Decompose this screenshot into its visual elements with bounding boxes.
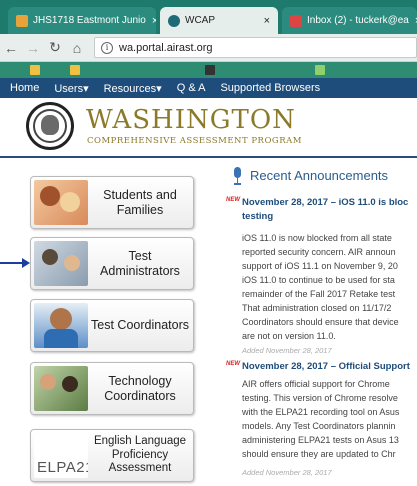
announcement-date: Added November 28, 2017 [242, 468, 332, 477]
elpa21-logo: ELPA21 [34, 433, 88, 478]
info-icon[interactable]: i [101, 41, 113, 54]
state-seal-logo [26, 102, 74, 150]
announcement-body: AIR offers official support for Chrome t… [242, 379, 400, 459]
announcement-title[interactable]: November 28, 2017 – Official Support [242, 360, 417, 374]
browser-tab-bar: JHS1718 Eastmont Junio × WCAP × Inbox (2… [0, 0, 417, 34]
nav-resources[interactable]: Resources▾ [104, 82, 162, 95]
bookmarks-bar [0, 62, 417, 78]
nav-users[interactable]: Users▾ [54, 82, 88, 95]
new-badge: NEW [226, 197, 240, 203]
mail-icon [290, 14, 302, 27]
browser-tab-inbox[interactable]: Inbox (2) - tuckerk@ea × [282, 7, 417, 34]
forward-icon[interactable]: → [22, 40, 44, 56]
announcement-title[interactable]: November 28, 2017 – iOS 11.0 is bloc tes… [242, 196, 417, 224]
coordinator-photo [34, 303, 88, 348]
role-students-families-button[interactable]: Students and Families [30, 176, 194, 229]
address-bar: ← → ↻ ⌂ i wa.portal.airast.org [0, 34, 417, 62]
bookmark-icon[interactable] [30, 65, 40, 75]
tab-title: JHS1718 Eastmont Junio [33, 15, 146, 26]
teal-globe-icon [168, 14, 180, 27]
nav-home[interactable]: Home [10, 82, 39, 94]
tab-title: Inbox (2) - tuckerk@ea [307, 15, 409, 26]
classroom-photo [34, 241, 88, 286]
site-header: WASHINGTON COMPREHENSIVE ASSESSMENT PROG… [0, 98, 417, 158]
close-tab-icon[interactable]: × [146, 15, 156, 27]
url-input[interactable]: i wa.portal.airast.org [94, 37, 417, 58]
role-test-administrators-button[interactable]: Test Administrators [30, 237, 194, 290]
microphone-icon [232, 167, 243, 185]
close-tab-icon[interactable]: × [409, 15, 417, 27]
role-label: Test Coordinators [91, 318, 189, 332]
back-icon[interactable]: ← [0, 40, 22, 56]
role-label: Students and Families [103, 187, 177, 217]
bookmark-icon[interactable] [315, 65, 325, 75]
tab-title: WCAP [185, 15, 215, 26]
role-test-coordinators-button[interactable]: Test Coordinators [30, 299, 194, 352]
url-text: wa.portal.airast.org [119, 41, 213, 54]
bookmark-icon[interactable] [70, 65, 80, 75]
technology-photo [34, 366, 88, 411]
browser-tab-jhs[interactable]: JHS1718 Eastmont Junio × [8, 7, 156, 34]
announcement-body: iOS 11.0 is now blocked from all state r… [242, 233, 399, 341]
role-technology-coordinators-button[interactable]: Technology Coordinators [30, 362, 194, 415]
nav-supported-browsers[interactable]: Supported Browsers [220, 82, 320, 94]
new-badge: NEW [226, 361, 240, 367]
students-photo [34, 180, 88, 225]
orange-doc-icon [16, 14, 28, 27]
announcement-date: Added November 28, 2017 [242, 346, 332, 355]
site-subtitle: COMPREHENSIVE ASSESSMENT PROGRAM [87, 136, 302, 146]
announcements-heading: Recent Announcements [250, 168, 389, 183]
site-nav: Home Users▾ Resources▾ Q & A Supported B… [0, 78, 417, 98]
role-elpa-button[interactable]: ELPA21 English Language Proficiency Asse… [30, 429, 194, 482]
site-title[interactable]: WASHINGTON [86, 105, 296, 135]
browser-tab-wcap[interactable]: WCAP × [160, 7, 278, 34]
close-tab-icon[interactable]: × [258, 15, 270, 27]
nav-qa[interactable]: Q & A [177, 82, 206, 94]
pointer-arrow-head [22, 258, 30, 268]
role-label: English Language Proficiency Assessment [93, 434, 187, 475]
reload-icon[interactable]: ↻ [44, 39, 66, 56]
home-icon[interactable]: ⌂ [66, 40, 88, 56]
role-label: Test Administrators [100, 248, 180, 278]
role-label: Technology Coordinators [104, 373, 176, 403]
bookmark-icon[interactable] [205, 65, 215, 75]
